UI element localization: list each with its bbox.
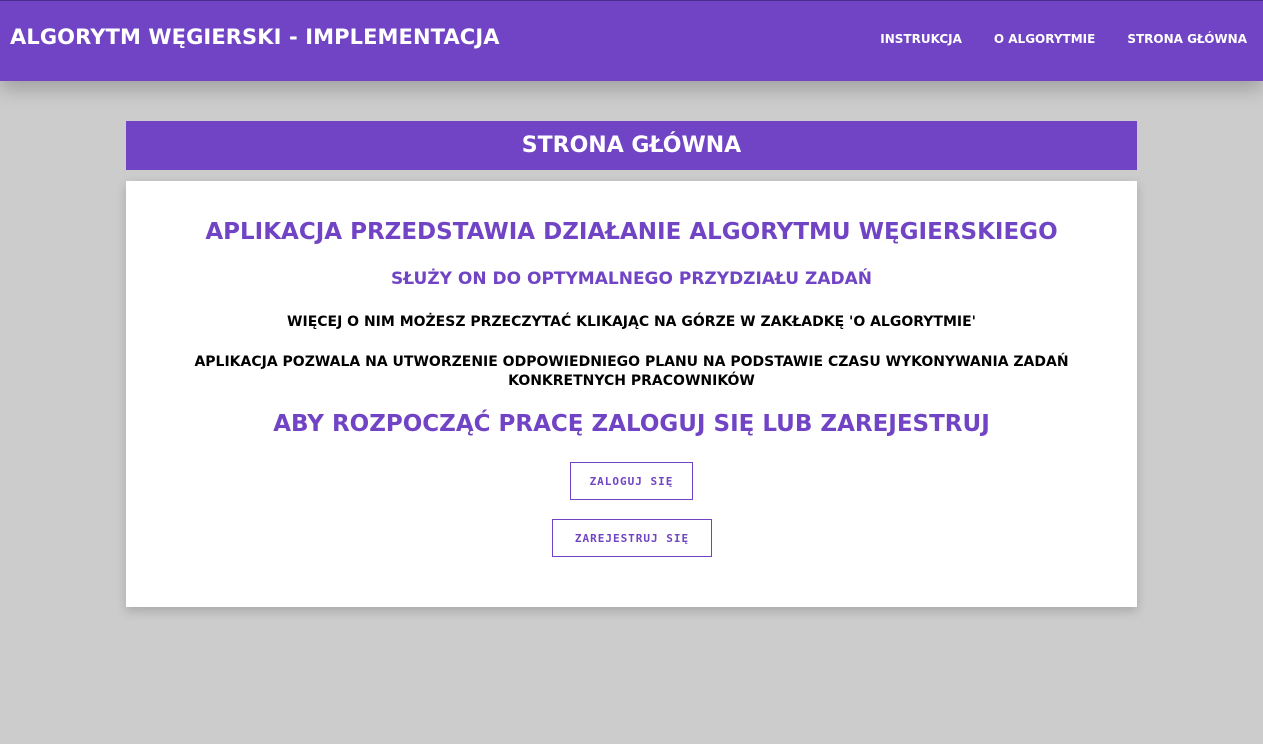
nav-link-strona-glowna[interactable]: STRONA GŁÓWNA bbox=[1127, 32, 1247, 46]
nav-link-o-algorytmie[interactable]: O ALGORYTMIE bbox=[994, 32, 1095, 46]
login-button[interactable]: ZALOGUJ SIĘ bbox=[570, 462, 693, 500]
main-subheading: SŁUŻY ON DO OPTYMALNEGO PRZYDZIAŁU ZADAŃ bbox=[391, 269, 872, 289]
description-paragraph: APLIKACJA POZWALA NA UTWORZENIE ODPOWIED… bbox=[194, 354, 1069, 389]
top-navbar: ALGORYTM WĘGIERSKI - IMPLEMENTACJA INSTR… bbox=[0, 0, 1263, 81]
nav-links: INSTRUKCJA O ALGORYTMIE STRONA GŁÓWNA bbox=[880, 32, 1247, 46]
main-heading: APLIKACJA PRZEDSTAWIA DZIAŁANIE ALGORYTM… bbox=[205, 219, 1058, 245]
section-title: STRONA GŁÓWNA bbox=[126, 121, 1137, 170]
nav-link-instrukcja[interactable]: INSTRUKCJA bbox=[880, 32, 962, 46]
call-to-action: ABY ROZPOCZĄĆ PRACĘ ZALOGUJ SIĘ LUB ZARE… bbox=[273, 411, 990, 437]
info-paragraph: WIĘCEJ O NIM MOŻESZ PRZECZYTAĆ KLIKAJĄC … bbox=[287, 314, 976, 330]
register-button[interactable]: ZAREJESTRUJ SIĘ bbox=[552, 519, 712, 557]
main-card: APLIKACJA PRZEDSTAWIA DZIAŁANIE ALGORYTM… bbox=[126, 181, 1137, 607]
app-title[interactable]: ALGORYTM WĘGIERSKI - IMPLEMENTACJA bbox=[10, 25, 500, 49]
